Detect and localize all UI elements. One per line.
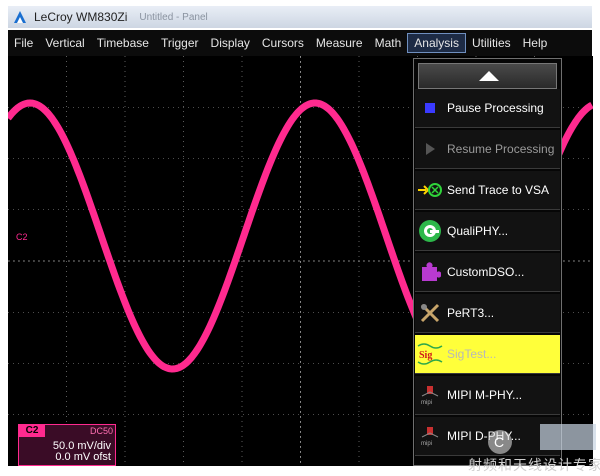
vsa-arrow-icon — [417, 177, 443, 203]
sig-icon: Sig — [417, 341, 443, 367]
analysis-menu-item-label: Pause Processing — [447, 101, 544, 115]
channel-offset: 0.0 mV ofst — [55, 451, 111, 463]
menu-file[interactable]: File — [8, 34, 39, 52]
lecroy-logo-icon — [14, 11, 26, 23]
svg-text:Sig: Sig — [419, 350, 432, 361]
mipi-icon: mipi — [417, 382, 443, 408]
analysis-menu-item-mipi-m-phy[interactable]: mipi MIPI M-PHY... — [415, 376, 560, 415]
analysis-menu-item-pert3[interactable]: PeRT3... — [415, 294, 560, 333]
window-subtitle: Untitled - Panel — [139, 11, 208, 23]
svg-text:C: C — [494, 434, 504, 450]
analysis-menu-item-customdso[interactable]: CustomDSO... — [415, 253, 560, 292]
menu-bar: File Vertical Timebase Trigger Display Cursor… — [8, 30, 592, 56]
play-triangle-icon — [417, 136, 443, 162]
analysis-menu-item-label: PeRT3... — [447, 306, 495, 320]
analysis-menu-item-label: Send Trace to VSA — [447, 183, 550, 197]
window-title: LeCroy WM830Zi — [34, 10, 128, 24]
analysis-menu-item-label: CustomDSO... — [447, 265, 525, 279]
analysis-menu-item-label: Resume Processing — [447, 142, 555, 156]
menu-math[interactable]: Math — [369, 34, 408, 52]
menu-measure[interactable]: Measure — [310, 34, 369, 52]
menu-help[interactable]: Help — [517, 34, 554, 52]
menu-cursors[interactable]: Cursors — [256, 34, 310, 52]
analysis-dropdown-menu: Pause Processing Resume Processing Send Tr… — [413, 58, 562, 466]
analysis-menu-item-pause-processing[interactable]: Pause Processing — [415, 89, 560, 128]
analysis-menu-item-send-trace-to-vsa[interactable]: Send Trace to VSA — [415, 171, 560, 210]
analysis-menu-item-label: MIPI M-PHY... — [447, 388, 523, 402]
analysis-menu-item-resume-processing[interactable]: Resume Processing — [415, 130, 560, 169]
menu-utilities[interactable]: Utilities — [466, 34, 517, 52]
square-stop-icon — [417, 95, 443, 121]
menu-timebase[interactable]: Timebase — [91, 34, 155, 52]
tools-icon — [417, 300, 443, 326]
analysis-menu-item-label: SigTest... — [447, 347, 497, 361]
watermark-text: 射频和天线设计专家 — [468, 457, 600, 473]
analysis-menu-item-label: QualiPHY... — [447, 224, 509, 238]
menu-scroll-up-button[interactable] — [418, 63, 557, 89]
analysis-menu-item-sigtest[interactable]: Sig SigTest... — [415, 335, 560, 374]
qualiphy-icon — [417, 218, 443, 244]
menu-trigger[interactable]: Trigger — [155, 34, 205, 52]
channel-name: C2 — [19, 425, 45, 437]
puzzle-icon — [417, 259, 443, 285]
svg-text:mipi: mipi — [421, 441, 432, 447]
channel-marker: C2 — [16, 232, 28, 242]
channel-descriptor-box[interactable]: C2 DC50 50.0 mV/div 0.0 mV ofst — [18, 424, 116, 466]
window-titlebar: LeCroy WM830Zi Untitled - Panel — [8, 6, 592, 28]
menu-display[interactable]: Display — [205, 34, 256, 52]
channel-coupling: DC50 — [89, 426, 113, 436]
triangle-up-icon — [479, 71, 499, 81]
svg-text:mipi: mipi — [421, 400, 432, 406]
analysis-menu-item-qualiphy[interactable]: QualiPHY... — [415, 212, 560, 251]
menu-vertical[interactable]: Vertical — [39, 34, 90, 52]
menu-analysis[interactable]: Analysis — [407, 33, 466, 53]
